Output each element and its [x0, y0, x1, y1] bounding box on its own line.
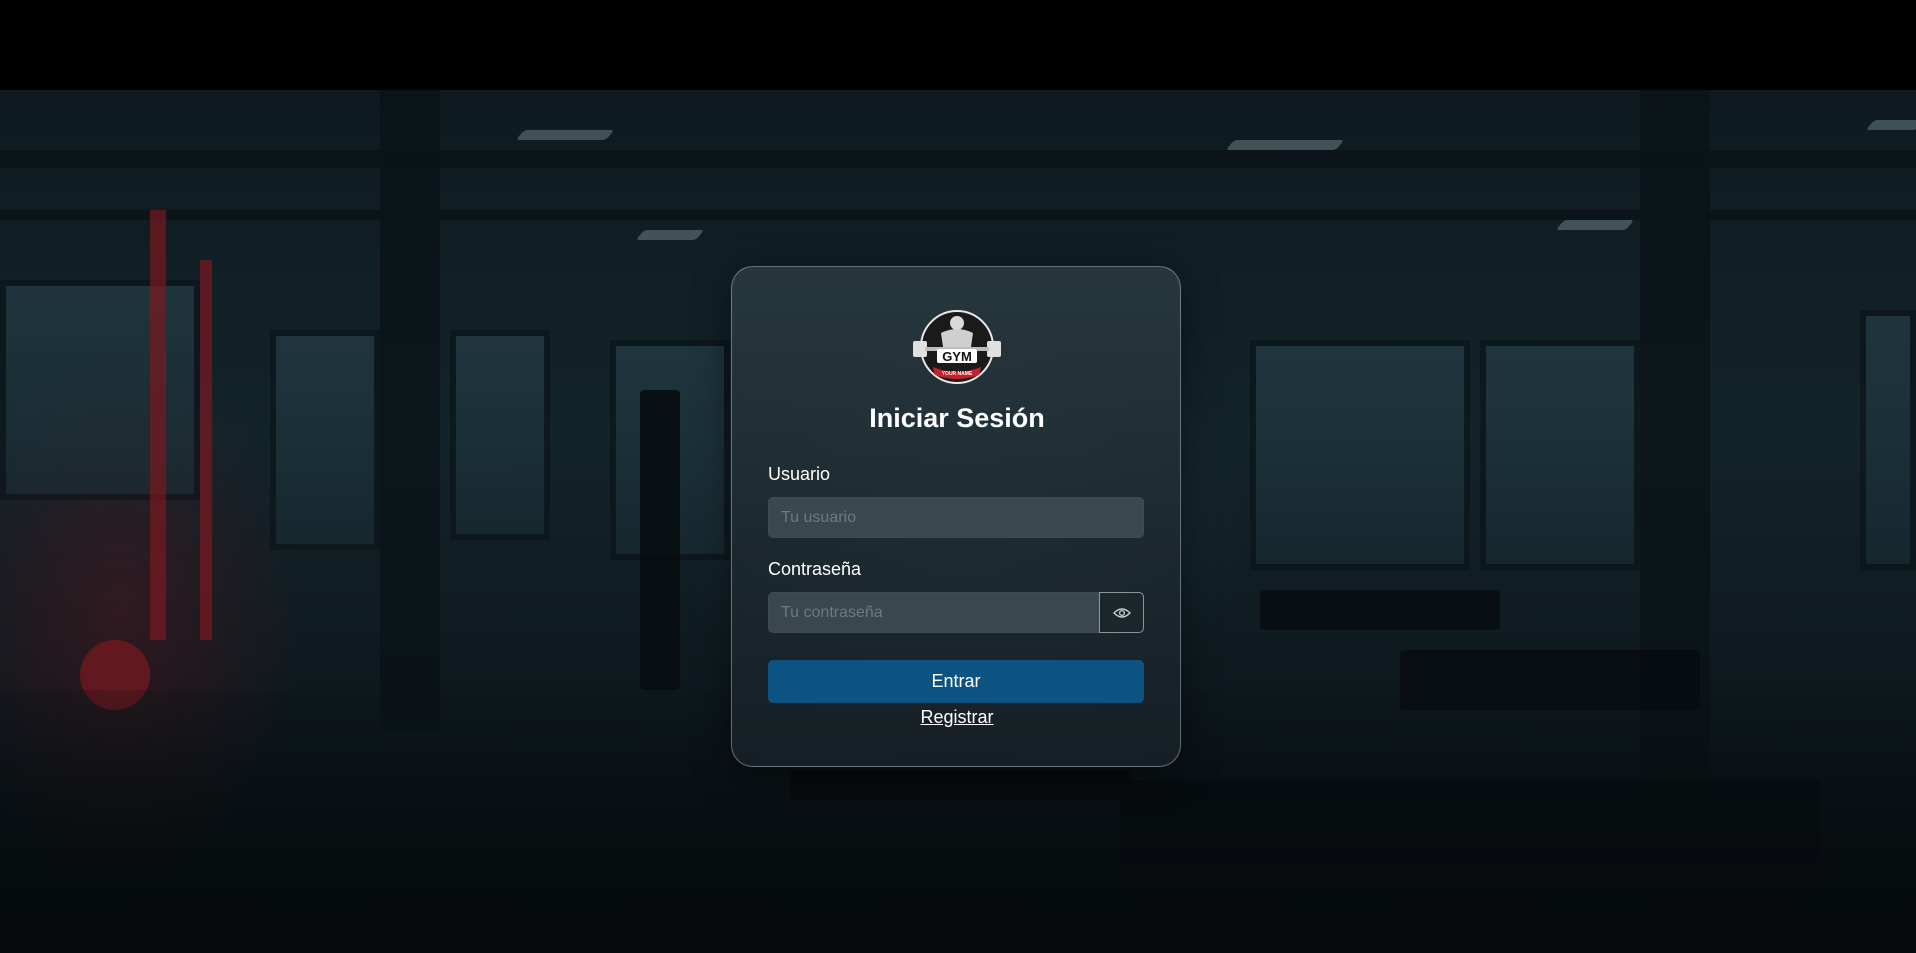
bg-treadmill	[1260, 590, 1500, 630]
username-label: Usuario	[768, 464, 831, 484]
bg-ceiling-light	[1865, 120, 1916, 130]
logo-subtext: YOUR NAME	[942, 371, 973, 377]
logo-text: GYM	[942, 349, 972, 364]
gym-logo: GYM YOUR NAME	[911, 305, 1003, 387]
login-button[interactable]: Entrar	[768, 660, 1144, 703]
login-card: GYM YOUR NAME Iniciar Sesión Usuario Con…	[731, 266, 1181, 767]
page-title: Iniciar Sesión	[869, 403, 1045, 433]
eye-icon	[1112, 607, 1131, 618]
password-input[interactable]	[768, 592, 1099, 633]
bg-pillar	[380, 90, 440, 730]
gym-logo-icon: GYM YOUR NAME	[913, 310, 1001, 384]
password-label: Contraseña	[768, 559, 862, 579]
bg-mat	[790, 770, 1130, 800]
bg-bench	[1120, 780, 1820, 870]
bg-window	[270, 330, 380, 550]
bg-window	[1250, 340, 1470, 570]
bg-window	[450, 330, 550, 540]
bg-ceiling-light	[635, 230, 705, 240]
bg-ceiling-light	[1225, 140, 1345, 150]
bg-window	[1860, 310, 1916, 570]
top-black-bar	[0, 0, 1916, 90]
bg-rack-post	[150, 210, 166, 640]
bg-window	[1480, 340, 1640, 570]
bg-machine	[640, 390, 680, 690]
register-link[interactable]: Registrar	[732, 707, 1182, 728]
bg-rack-post	[200, 260, 212, 640]
bg-bench	[1400, 650, 1700, 710]
bg-beam	[0, 210, 1916, 220]
bg-ceiling-light	[1555, 220, 1635, 230]
toggle-password-button[interactable]	[1099, 592, 1144, 633]
username-input[interactable]	[768, 497, 1144, 538]
bg-ceiling-light	[515, 130, 615, 140]
bg-beam	[0, 150, 1916, 168]
bg-window	[0, 280, 200, 500]
